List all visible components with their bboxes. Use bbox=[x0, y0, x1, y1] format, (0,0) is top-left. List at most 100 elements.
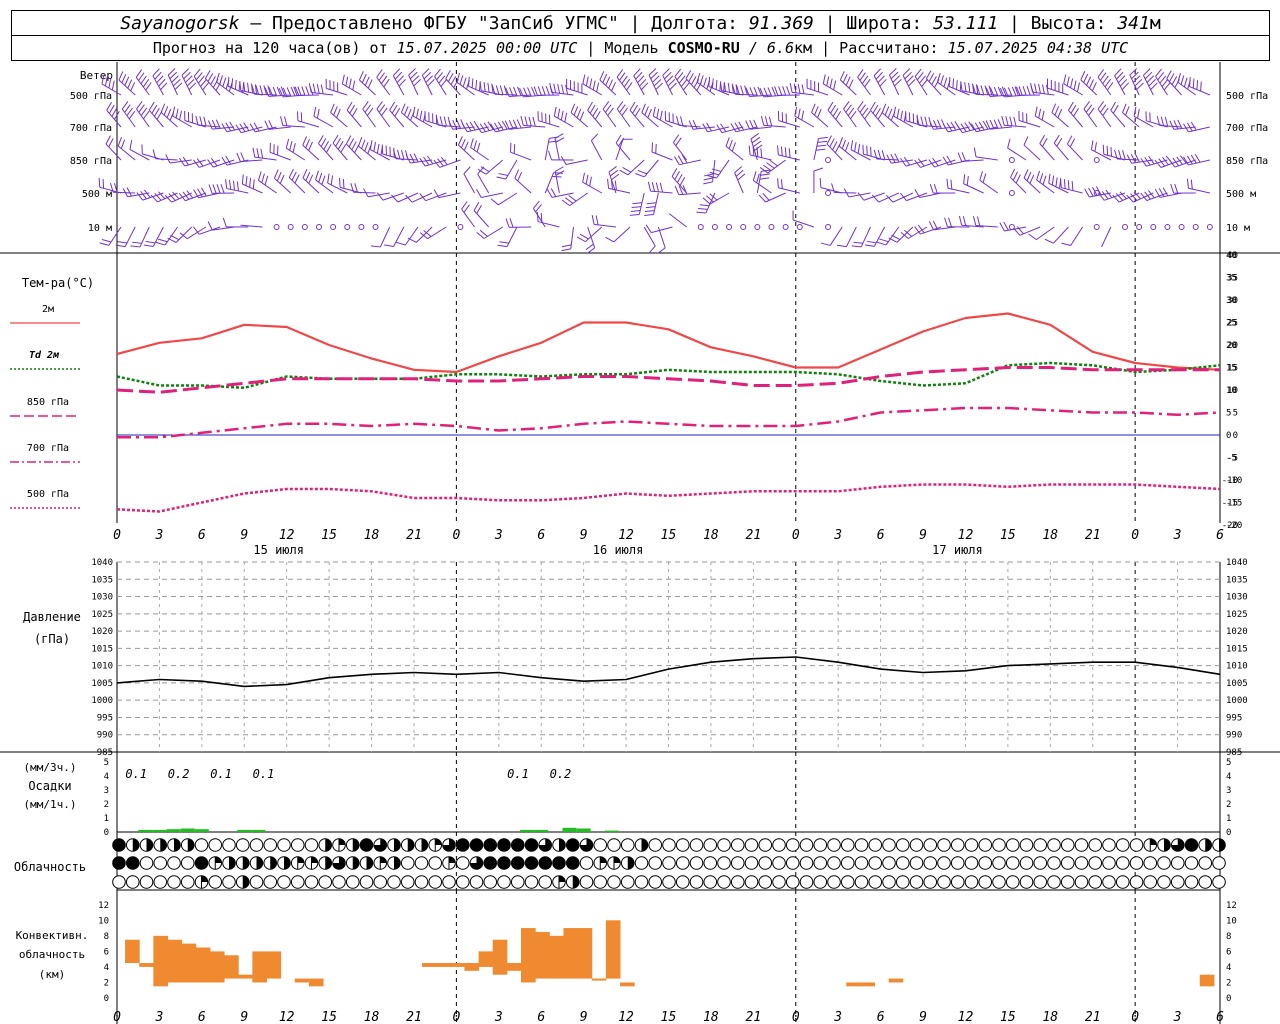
wind-barb-feather bbox=[608, 79, 614, 89]
cloud-symbol bbox=[290, 875, 305, 889]
cloud-symbol bbox=[909, 875, 924, 889]
cloud-symbol bbox=[565, 838, 580, 852]
wind-calm-mark bbox=[344, 224, 351, 230]
wind-barb-feather bbox=[358, 137, 363, 147]
conv-cloud-bar bbox=[294, 978, 310, 983]
temp-tick-right: -15 bbox=[1226, 499, 1242, 509]
temp-legend-label: Td 2м bbox=[29, 350, 60, 361]
wind-barb-feather bbox=[797, 83, 801, 94]
wind-barb-shaft bbox=[806, 87, 829, 96]
wind-barb-feather bbox=[698, 207, 708, 210]
cloud-circle bbox=[648, 838, 663, 852]
x-tick-label-bottom: 6 bbox=[198, 1010, 206, 1024]
cloud-circle bbox=[497, 875, 511, 889]
x-tick-label-bottom: 18 bbox=[1042, 1010, 1058, 1024]
wind-barb-shaft bbox=[1004, 124, 1027, 128]
wind-barb bbox=[1063, 74, 1083, 96]
wind-barb-shaft bbox=[716, 159, 730, 179]
cloud-circle bbox=[414, 875, 429, 889]
wind-barb-feather bbox=[708, 76, 711, 87]
wind-barb-feather bbox=[857, 143, 861, 154]
wind-barb bbox=[315, 224, 322, 230]
wind-barb-shaft bbox=[566, 159, 588, 166]
cloud-symbol bbox=[1074, 856, 1089, 870]
wind-barb-feather bbox=[933, 120, 938, 130]
cloud-circle bbox=[277, 838, 291, 852]
wind-barb-feather bbox=[548, 150, 552, 161]
conv-tick-left: 12 bbox=[98, 901, 109, 911]
wind-calm-mark bbox=[796, 224, 803, 230]
cloud-circle bbox=[153, 875, 168, 889]
precip-3h-label: 0.2 bbox=[550, 767, 572, 781]
cloud-circle bbox=[359, 838, 374, 852]
wind-barb bbox=[497, 226, 518, 248]
wind-level-label-right: 500 гПа bbox=[1226, 91, 1268, 102]
cloud-symbol bbox=[785, 875, 800, 889]
wind-barb-feather bbox=[1063, 179, 1066, 189]
wind-barb-shaft bbox=[641, 112, 659, 128]
cloud-symbol bbox=[524, 838, 539, 852]
cloud-circle bbox=[359, 875, 374, 889]
wind-barb-feather bbox=[1009, 116, 1013, 126]
wind-barb-feather bbox=[857, 101, 864, 110]
wind-barb-feather bbox=[870, 146, 872, 157]
precip-3h-label: 0.1 bbox=[210, 767, 232, 781]
wind-barb bbox=[1122, 224, 1129, 230]
wind-barb-feather bbox=[160, 103, 166, 113]
cloud-symbol bbox=[510, 856, 525, 870]
precip-bar bbox=[562, 827, 577, 832]
cloud-circle bbox=[909, 875, 924, 889]
pressure-title: Давление bbox=[23, 610, 81, 624]
cloud-symbol bbox=[1005, 875, 1020, 889]
wind-barb-feather bbox=[974, 122, 981, 132]
cloud-symbol bbox=[758, 838, 773, 852]
cloud-circle bbox=[304, 875, 319, 889]
cloud-circle bbox=[1198, 856, 1213, 870]
cloud-circle bbox=[552, 856, 566, 870]
wind-barb bbox=[979, 171, 999, 194]
precip-unit-3h: (мм/3ч.) bbox=[24, 761, 77, 774]
wind-calm-mark bbox=[825, 224, 832, 230]
cloud-circle bbox=[758, 838, 773, 852]
wind-barb-feather bbox=[972, 216, 977, 226]
wind-barb-feather bbox=[330, 103, 335, 113]
wind-barb-feather bbox=[651, 182, 656, 192]
x-tick-label: 6 bbox=[1216, 528, 1224, 543]
wind-barb bbox=[400, 103, 419, 128]
wind-barb bbox=[1122, 103, 1140, 128]
wind-barb-feather bbox=[315, 170, 319, 180]
wind-barb-feather bbox=[647, 181, 652, 192]
wind-barb-feather bbox=[1042, 84, 1045, 94]
cloud-circle bbox=[249, 875, 264, 889]
cloud-circle bbox=[1047, 838, 1061, 852]
wind-barb-feather bbox=[1163, 82, 1171, 91]
wind-barb-feather bbox=[289, 140, 293, 151]
x-tick-label-bottom: 3 bbox=[1173, 1010, 1182, 1024]
wind-barb bbox=[473, 202, 490, 228]
cloud-circle bbox=[840, 856, 855, 870]
wind-barb-feather bbox=[108, 104, 115, 114]
wind-barb-shaft bbox=[1039, 143, 1055, 161]
wind-barb-feather bbox=[782, 86, 787, 96]
cloud-fill bbox=[352, 856, 360, 870]
wind-barb-feather bbox=[1168, 159, 1176, 168]
wind-barb-shaft bbox=[582, 83, 603, 96]
cloud-symbol bbox=[620, 856, 635, 870]
wind-barb-feather bbox=[857, 69, 864, 78]
conv-cloud-bar bbox=[153, 935, 168, 987]
wind-barb-shaft bbox=[834, 191, 857, 194]
wind-barb-feather bbox=[818, 136, 828, 139]
wind-barb bbox=[1164, 224, 1171, 230]
cloud-circle bbox=[827, 838, 841, 852]
wind-barb-shaft bbox=[315, 179, 334, 194]
wind-barb-shaft bbox=[242, 183, 263, 194]
wind-barb bbox=[1156, 116, 1182, 128]
wind-barb-feather bbox=[851, 245, 862, 248]
cloud-circle bbox=[895, 875, 910, 889]
wind-barb-feather bbox=[703, 177, 714, 181]
cloud-circle bbox=[469, 838, 484, 852]
cloud-circle bbox=[648, 875, 663, 889]
wind-barb bbox=[448, 119, 475, 130]
conv-cloud-bar bbox=[1199, 974, 1215, 987]
wind-barb bbox=[668, 213, 687, 228]
